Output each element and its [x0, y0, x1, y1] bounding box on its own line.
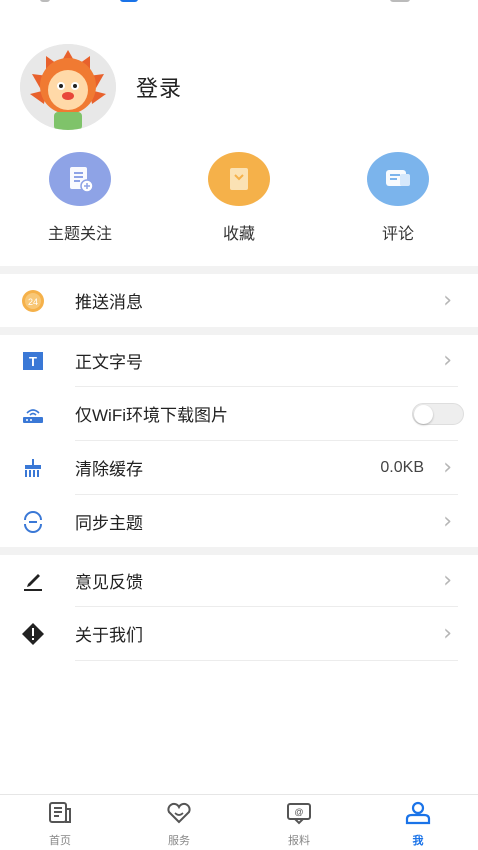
setting-label: 清除缓存 — [75, 460, 143, 479]
tab-label: 我 — [412, 835, 424, 847]
status-indicator — [120, 0, 138, 2]
chevron-right-icon: › — [443, 455, 452, 480]
svg-text:T: T — [29, 354, 37, 369]
comment-icon — [367, 152, 429, 206]
status-bar — [0, 0, 478, 6]
sync-theme-icon — [20, 509, 46, 535]
user-icon — [405, 801, 431, 825]
setting-label: 意见反馈 — [75, 573, 143, 592]
heart-service-icon — [167, 802, 191, 824]
lion-mascot-icon — [20, 44, 116, 130]
info-diamond-icon — [20, 621, 46, 647]
cache-size-value: 0.0KB — [380, 458, 424, 476]
chevron-right-icon: › — [443, 509, 452, 534]
tab-label: 报料 — [288, 835, 310, 847]
chevron-right-icon: › — [443, 568, 452, 593]
topic-follow-button[interactable]: 主题关注 — [20, 152, 140, 244]
setting-clear-cache[interactable]: 清除缓存 0.0KB › — [0, 441, 478, 494]
toggle-knob — [414, 404, 433, 424]
setting-font-size[interactable]: T 正文字号 › — [0, 334, 478, 387]
chevron-right-icon: › — [443, 621, 452, 646]
profile-header[interactable]: 登录 — [20, 44, 182, 130]
setting-label: 仅WiFi环境下载图片 — [75, 406, 228, 425]
setting-push-messages[interactable]: 24 推送消息 › — [0, 274, 478, 327]
setting-label: 同步主题 — [75, 514, 143, 533]
setting-sync-theme[interactable]: 同步主题 › — [0, 495, 478, 548]
setting-about-us[interactable]: 关于我们 › — [0, 607, 478, 660]
comment-label: 评论 — [381, 226, 414, 243]
chevron-right-icon: › — [443, 288, 452, 313]
favorites-icon — [208, 152, 270, 206]
bottom-tab-bar: 首页 服务 @ 报料 我 — [0, 794, 478, 850]
svg-text:@: @ — [294, 807, 303, 817]
push-24-icon: 24 — [20, 288, 46, 314]
svg-text:24: 24 — [28, 297, 38, 307]
setting-label: 关于我们 — [75, 626, 143, 645]
setting-label: 正文字号 — [75, 353, 143, 372]
font-size-icon: T — [20, 348, 46, 374]
section-divider — [0, 266, 478, 274]
tab-label: 服务 — [168, 835, 190, 847]
status-indicator — [40, 0, 50, 2]
status-indicator — [390, 0, 410, 2]
wifi-router-icon — [20, 401, 46, 427]
pen-feedback-icon — [20, 568, 46, 594]
row-divider — [75, 660, 458, 661]
tab-service[interactable]: 服务 — [149, 801, 209, 848]
avatar[interactable] — [20, 44, 116, 130]
tab-label: 首页 — [49, 835, 71, 847]
quick-actions: 主题关注 收藏 评论 — [0, 152, 478, 247]
chevron-right-icon: › — [443, 348, 452, 373]
setting-label: 推送消息 — [75, 293, 143, 312]
tab-report[interactable]: @ 报料 — [269, 801, 329, 848]
favorites-label: 收藏 — [222, 226, 255, 243]
wifi-only-toggle[interactable] — [412, 402, 464, 425]
setting-feedback[interactable]: 意见反馈 › — [0, 554, 478, 607]
report-icon: @ — [287, 803, 311, 825]
tab-home[interactable]: 首页 — [30, 801, 90, 848]
tab-me[interactable]: 我 — [388, 801, 448, 848]
favorites-button[interactable]: 收藏 — [179, 152, 299, 244]
home-news-icon — [49, 802, 71, 823]
broom-icon — [20, 455, 46, 481]
comment-button[interactable]: 评论 — [338, 152, 458, 244]
setting-wifi-only-images: 仅WiFi环境下载图片 — [0, 387, 478, 440]
topic-follow-label: 主题关注 — [47, 226, 112, 243]
login-link[interactable]: 登录 — [136, 71, 182, 103]
topic-follow-icon — [49, 152, 111, 206]
